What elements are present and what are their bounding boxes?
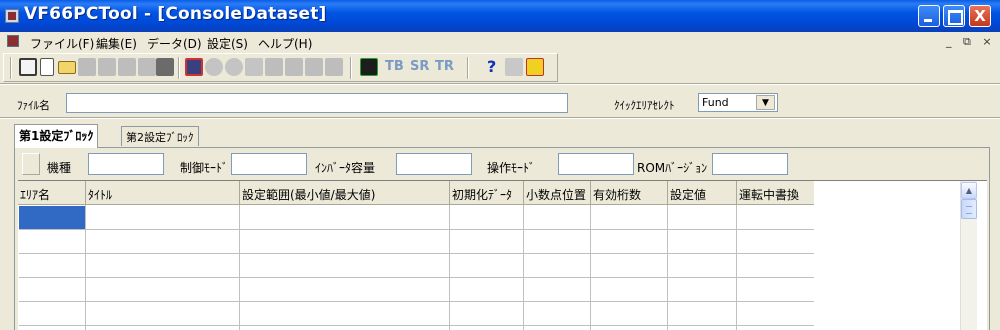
grid-column-line [590,205,591,330]
inverter-capacity-label: ｲﾝﾊﾞｰﾀ容量 [315,161,376,175]
tools-icon[interactable] [505,58,523,76]
maximize-button[interactable] [943,5,965,27]
transfer-icon[interactable] [156,58,174,76]
export-icon[interactable] [325,58,343,76]
grid-row-line [19,253,814,254]
upload-icon[interactable] [118,58,136,76]
grid-row-line [19,277,814,278]
menu-data[interactable]: データ(D) [147,35,202,52]
grid-column-line [85,205,86,330]
open-folder-icon[interactable] [58,61,76,74]
menu-file[interactable]: ファイル(F) [30,35,94,52]
grid-row-line [19,301,814,302]
grid-column-line [239,205,240,330]
control-mode-field[interactable] [231,153,307,175]
minimize-button[interactable] [918,5,940,27]
file-name-field[interactable] [66,93,568,113]
scroll-thumb[interactable] [961,199,977,219]
quick-area-select-label: ｸｲｯｸｴﾘｱｾﾚｸﾄ [614,99,675,112]
grid-column-line [667,205,668,330]
close-button[interactable]: X [969,5,991,27]
grid-column-line [523,205,524,330]
grid-column-line [449,205,450,330]
column-header-decimal-position[interactable]: 小数点位置 [524,181,591,205]
toolbar-separator [467,57,469,79]
row-header-corner[interactable] [22,153,40,175]
grid-empty-area [814,181,960,330]
tb-button[interactable]: TB [385,59,404,74]
column-header-setting-value[interactable]: 設定値 [668,181,737,205]
control-mode-label: 制御ﾓｰﾄﾞ [180,161,229,175]
tab-settings-block-2[interactable]: 第2設定ﾌﾞﾛｯｸ [121,126,199,146]
print-icon[interactable] [78,58,96,76]
scroll-up-icon[interactable]: ▲ [961,182,977,199]
app-icon[interactable] [5,9,19,23]
context-help-icon[interactable] [526,58,544,76]
toolbar-separator [178,57,180,79]
column-header-runtime-rewrite[interactable]: 運転中書換 [737,181,815,205]
column-header-init-data[interactable]: 初期化ﾃﾞｰﾀ [450,181,524,205]
read-icon[interactable] [265,58,283,76]
waveform-icon[interactable] [360,58,378,76]
search-icon[interactable] [225,58,243,76]
menu-help[interactable]: ヘルプ(H) [258,35,312,52]
new-file-icon[interactable] [40,58,54,76]
tr-button[interactable]: TR [435,59,454,74]
close-icon: X [974,7,986,25]
file-name-label: ﾌｧｲﾙ名 [17,99,50,112]
column-header-significant-digits[interactable]: 有効桁数 [591,181,668,205]
column-header-title[interactable]: ﾀｲﾄﾙ [86,181,240,205]
rom-version-field[interactable] [712,153,788,175]
window-title: VF66PCTool - [ConsoleDataset] [24,4,327,24]
monitor-icon[interactable] [185,58,203,76]
verify-icon[interactable] [305,58,323,76]
column-header-area-name[interactable]: ｴﾘｱ名 [18,181,86,205]
sr-button[interactable]: SR [410,59,429,74]
menu-edit[interactable]: 編集(E) [96,35,137,52]
grid-column-line [736,205,737,330]
model-label: 機種 [47,161,72,175]
chevron-down-icon[interactable]: ▼ [756,95,775,110]
mdi-window-controls[interactable]: _ ⧉ × [946,35,996,49]
rom-version-label: ROMﾊﾞｰｼﾞｮﾝ [637,161,708,175]
calculator-icon[interactable] [19,58,37,76]
menu-settings[interactable]: 設定(S) [207,35,248,52]
toolbar-divider [0,83,1000,85]
help-icon[interactable]: ? [487,57,496,76]
toolbar-separator [350,57,352,79]
operation-mode-label: 操作ﾓｰﾄﾞ [487,161,536,175]
zoom-icon[interactable] [205,58,223,76]
model-field[interactable] [88,153,164,175]
toolbar-grip [10,57,12,79]
grid-row-line [19,325,814,326]
document-icon[interactable] [7,35,19,47]
compare-icon[interactable] [245,58,263,76]
download-icon[interactable] [138,58,156,76]
column-header-setting-range[interactable]: 設定範囲(最小値/最大値) [240,181,450,205]
write-icon[interactable] [285,58,303,76]
selected-cell[interactable] [19,206,85,229]
save-icon[interactable] [98,58,116,76]
inverter-capacity-field[interactable] [396,153,472,175]
file-row-divider [0,117,1000,119]
operation-mode-field[interactable] [558,153,634,175]
grid-row-line [19,229,814,230]
tab-settings-block-1[interactable]: 第1設定ﾌﾞﾛｯｸ [14,124,99,148]
